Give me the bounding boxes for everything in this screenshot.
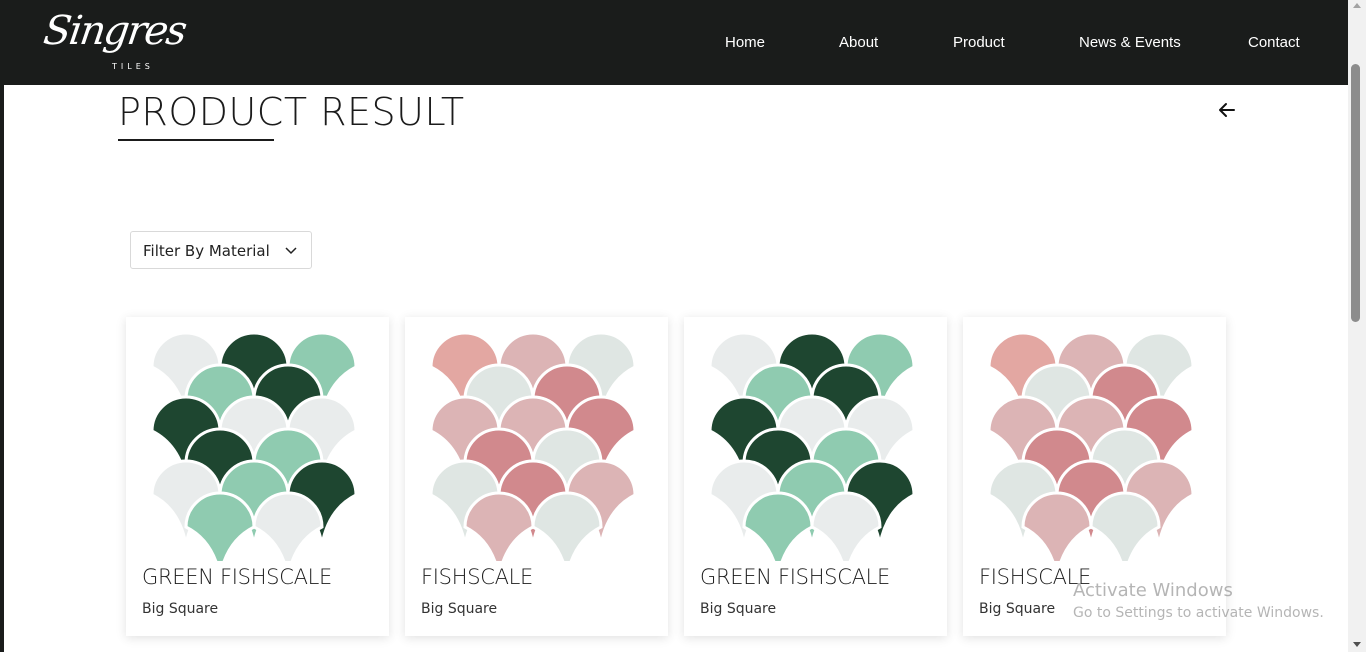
- watermark-title: Activate Windows: [1073, 580, 1233, 601]
- filter-label: Filter By Material: [143, 242, 270, 260]
- tile-scale: [1089, 491, 1161, 561]
- product-subtitle: Big Square: [142, 601, 219, 617]
- product-card[interactable]: GREEN FISHSCALE Big Square: [126, 317, 389, 636]
- product-image[interactable]: [150, 331, 365, 561]
- tile-scale: [252, 491, 324, 561]
- filter-by-material-dropdown[interactable]: Filter By Material: [130, 231, 312, 269]
- tile-scale: [1021, 491, 1093, 561]
- product-image[interactable]: [708, 331, 923, 561]
- tile-scale: [463, 491, 535, 561]
- product-card[interactable]: FISHSCALE Big Square: [405, 317, 668, 636]
- tile-scale: [531, 491, 603, 561]
- tile-scale: [742, 491, 814, 561]
- product-name[interactable]: GREEN FISHSCALE: [700, 565, 890, 589]
- nav-product[interactable]: Product: [953, 34, 1005, 51]
- left-edge: [0, 0, 4, 652]
- nav-news-events[interactable]: News & Events: [1079, 34, 1181, 51]
- nav-home[interactable]: Home: [725, 34, 765, 51]
- page-title: PRODUCT RESULT: [118, 90, 465, 134]
- page: Singres TILES Home About Product News & …: [0, 0, 1366, 652]
- tile-scale: [184, 491, 256, 561]
- scroll-up-arrow-icon[interactable]: [1353, 3, 1361, 8]
- back-arrow-icon[interactable]: [1216, 100, 1238, 120]
- product-subtitle: Big Square: [979, 601, 1056, 617]
- scrollbar[interactable]: [1348, 0, 1366, 652]
- chevron-down-icon: [285, 247, 297, 255]
- nav-about[interactable]: About: [839, 34, 878, 51]
- scroll-thumb[interactable]: [1351, 64, 1360, 322]
- nav-contact[interactable]: Contact: [1248, 34, 1300, 51]
- logo-script: Singres: [40, 8, 189, 54]
- windows-activation-watermark: Activate Windows Go to Settings to activ…: [1073, 580, 1324, 621]
- title-underline: [118, 139, 274, 141]
- logo-subtitle: TILES: [112, 62, 154, 71]
- product-card[interactable]: GREEN FISHSCALE Big Square: [684, 317, 947, 636]
- product-name[interactable]: FISHSCALE: [421, 565, 533, 589]
- product-subtitle: Big Square: [421, 601, 498, 617]
- product-subtitle: Big Square: [700, 601, 777, 617]
- product-image[interactable]: [429, 331, 644, 561]
- logo[interactable]: Singres TILES: [41, 8, 188, 76]
- tile-scale: [810, 491, 882, 561]
- product-image[interactable]: [987, 331, 1202, 561]
- watermark-subtitle: Go to Settings to activate Windows.: [1073, 605, 1324, 621]
- navbar: Singres TILES Home About Product News & …: [4, 0, 1348, 85]
- product-name[interactable]: GREEN FISHSCALE: [142, 565, 332, 589]
- scroll-down-arrow-icon[interactable]: [1353, 642, 1361, 647]
